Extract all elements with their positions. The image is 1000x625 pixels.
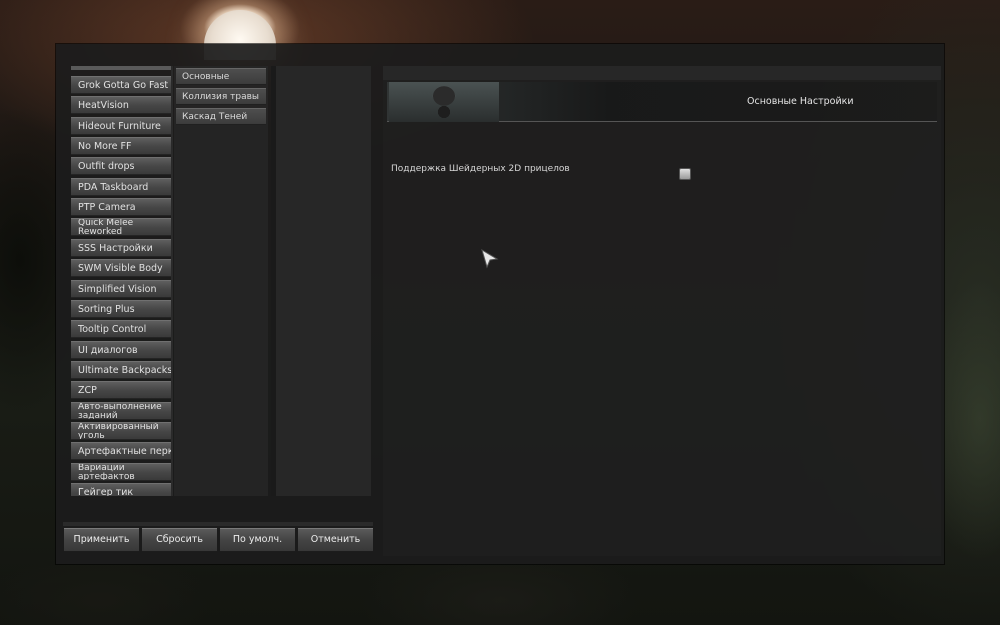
panel-title: Основные Настройки — [747, 96, 854, 107]
reset-button[interactable]: Сбросить — [142, 528, 217, 552]
mod-list[interactable]: Grok Gotta Go Fast HeatVision Hideout Furn… — [71, 66, 173, 496]
panel-header-strip — [383, 66, 941, 80]
shader-scopes-checkbox[interactable] — [679, 168, 691, 180]
mod-list-item[interactable]: Артефактные перки — [71, 442, 171, 461]
mod-list-item[interactable]: Quick Melee Reworked — [71, 218, 171, 237]
mod-list-top-strip — [71, 66, 173, 70]
settings-panel: Основные Настройки Поддержка Шейдерных 2… — [383, 66, 941, 556]
mod-list-item[interactable]: Авто-выполнение заданий — [71, 401, 171, 420]
subcategory-list: Основные Коллизия травы Каскад Теней — [174, 66, 268, 496]
subcategory-basic[interactable]: Основные — [176, 68, 266, 85]
mod-list-item[interactable]: ZCP — [71, 381, 171, 400]
mod-list-item[interactable]: Активированный уголь — [71, 421, 171, 440]
shader-scopes-label: Поддержка Шейдерных 2D прицелов — [391, 164, 570, 174]
mod-settings-window: Grok Gotta Go Fast HeatVision Hideout Furn… — [56, 44, 944, 564]
mod-list-item[interactable]: PDA Taskboard — [71, 177, 171, 196]
mod-list-item[interactable]: No More FF — [71, 137, 171, 156]
defaults-button[interactable]: По умолч. — [220, 528, 295, 552]
apply-button[interactable]: Применить — [64, 528, 139, 552]
mod-list-item-label: Reworked — [78, 227, 123, 237]
mod-list-item[interactable]: Вариации артефактов — [71, 462, 171, 481]
mod-list-item[interactable]: Ultimate Backpacks — [71, 360, 171, 379]
subcategory-grass-collision[interactable]: Коллизия травы — [176, 88, 266, 105]
mod-list-item-label: уголь — [78, 430, 105, 440]
mod-list-item[interactable]: HeatVision — [71, 96, 171, 115]
subcategory-shadow-cascade[interactable]: Каскад Теней — [176, 108, 266, 125]
mod-list-item[interactable]: Hideout Furniture — [71, 116, 171, 135]
mod-list-item[interactable]: SSS Настройки — [71, 238, 171, 257]
mod-list-item[interactable]: PTP Camera — [71, 198, 171, 217]
mod-list-item[interactable]: SWM Visible Body — [71, 259, 171, 278]
mod-list-item-label: артефактов — [78, 471, 135, 481]
arrow-pointer-icon — [481, 249, 499, 269]
mod-list-item-label: заданий — [78, 410, 118, 420]
footer-divider — [63, 522, 373, 526]
panel-banner: Основные Настройки — [387, 82, 937, 122]
mod-list-item[interactable]: Outfit drops — [71, 157, 171, 176]
mod-list-item[interactable]: Grok Gotta Go Fast — [71, 76, 171, 94]
mod-list-scrollbar[interactable] — [171, 66, 173, 496]
gas-mask-icon — [389, 82, 499, 122]
third-level-list — [276, 66, 371, 496]
mod-list-item[interactable]: Sorting Plus — [71, 299, 171, 318]
mod-list-item[interactable]: UI диалогов — [71, 340, 171, 359]
cancel-button[interactable]: Отменить — [298, 528, 373, 552]
mod-list-item[interactable]: Гейгер тик — [71, 483, 171, 496]
mod-list-item[interactable]: Simplified Vision — [71, 279, 171, 298]
mod-list-item[interactable]: Tooltip Control — [71, 320, 171, 339]
